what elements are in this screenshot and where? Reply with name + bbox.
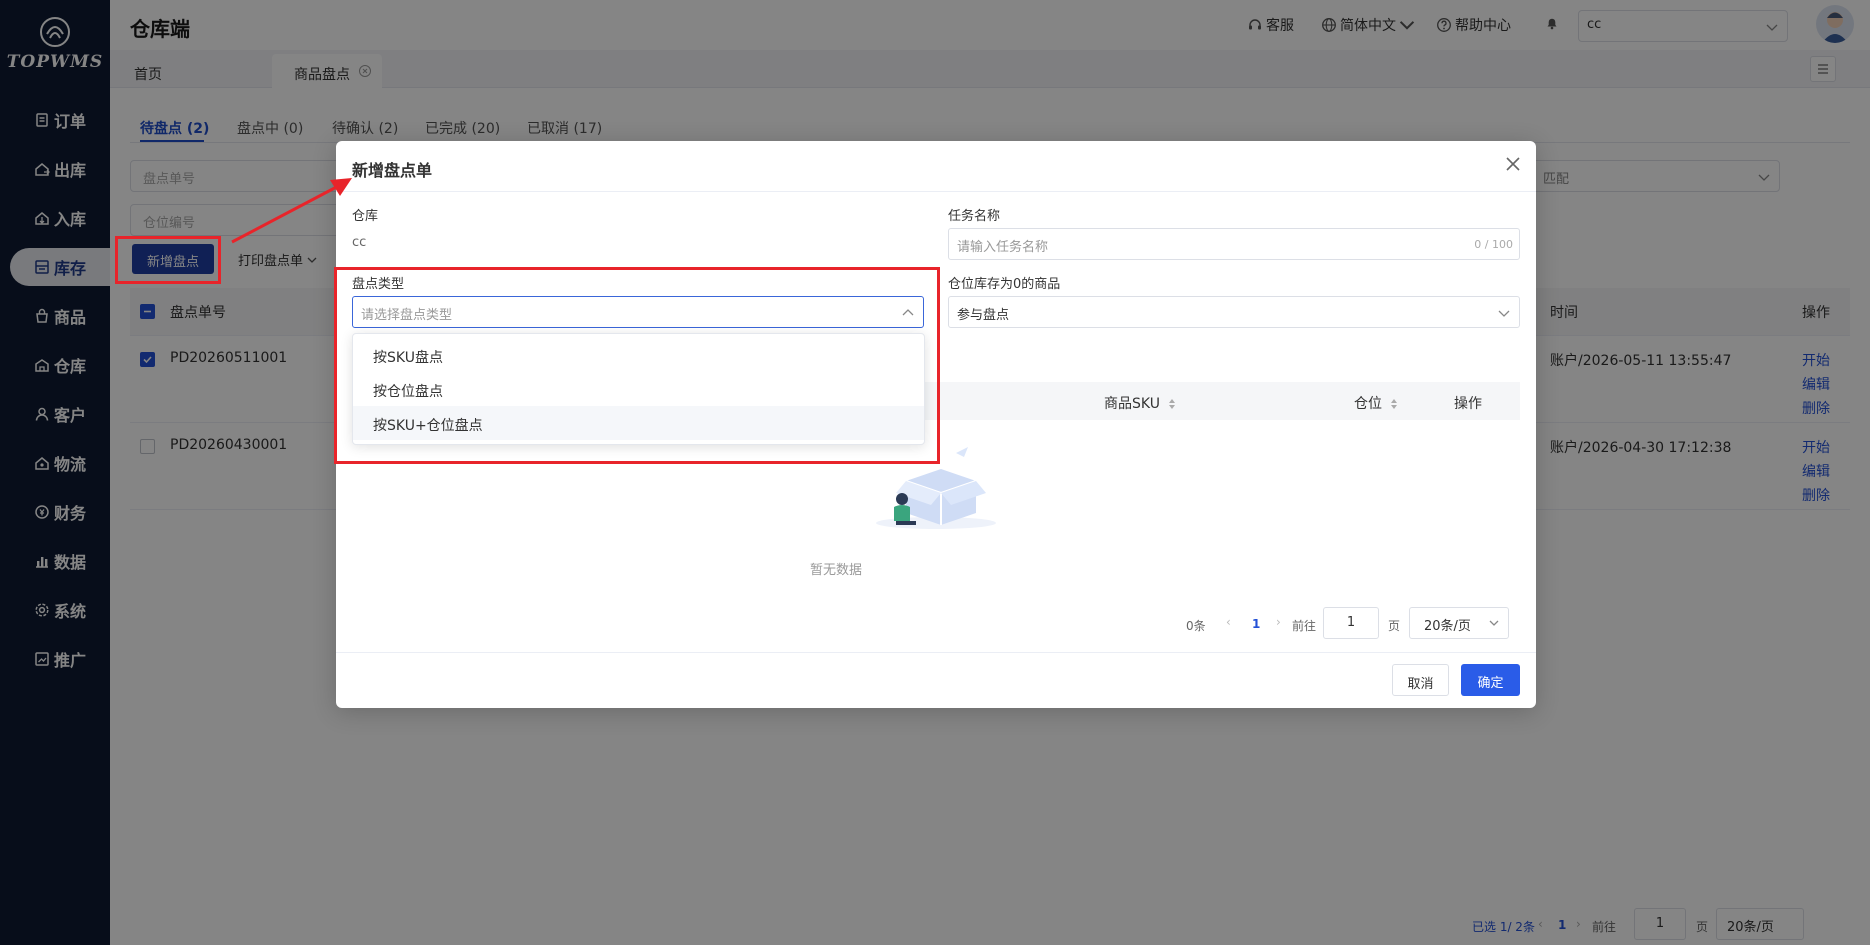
sort-icon bbox=[1168, 398, 1176, 410]
task-name-placeholder: 请输入任务名称 bbox=[957, 240, 1049, 255]
next-page-icon[interactable]: › bbox=[1276, 615, 1281, 629]
col-location-label: 仓位 bbox=[1354, 396, 1382, 412]
col-location[interactable]: 仓位 bbox=[1354, 393, 1398, 413]
dialog-current-page[interactable]: 1 bbox=[1252, 617, 1260, 631]
task-name-input[interactable]: 请输入任务名称 0 / 100 bbox=[948, 228, 1520, 260]
highlight-box-new-button bbox=[115, 236, 221, 284]
dialog-page-size-select[interactable]: 20条/页 bbox=[1409, 607, 1509, 639]
prev-page-icon[interactable]: ‹ bbox=[1226, 615, 1231, 629]
zero-stock-select[interactable]: 参与盘点 bbox=[948, 296, 1520, 328]
chevron-down-icon bbox=[1488, 617, 1500, 629]
dialog-title: 新增盘点单 bbox=[352, 161, 433, 180]
task-name-label: 任务名称 bbox=[948, 209, 1001, 224]
zero-stock-label: 仓位库存为0的商品 bbox=[948, 277, 1061, 292]
cancel-button[interactable]: 取消 bbox=[1392, 664, 1449, 696]
annotation-arrow-icon bbox=[231, 178, 352, 244]
dialog-goto-label: 前往 bbox=[1292, 619, 1317, 633]
close-icon[interactable] bbox=[1504, 155, 1522, 173]
col-ops: 操作 bbox=[1454, 396, 1482, 412]
sort-icon bbox=[1390, 398, 1398, 410]
dialog-divider bbox=[336, 191, 1536, 192]
dialog-page-unit: 页 bbox=[1388, 619, 1401, 633]
dialog-footer-divider bbox=[336, 652, 1536, 653]
char-counter: 0 / 100 bbox=[1474, 238, 1513, 251]
empty-text: 暂无数据 bbox=[809, 563, 862, 578]
col-sku[interactable]: 商品SKU bbox=[1104, 393, 1176, 413]
confirm-button[interactable]: 确定 bbox=[1461, 664, 1520, 696]
dialog-page-size-value: 20条/页 bbox=[1424, 619, 1471, 634]
chevron-down-icon bbox=[1497, 306, 1511, 320]
dialog-page-input[interactable]: 1 bbox=[1323, 607, 1379, 639]
highlight-box-type-select bbox=[334, 267, 940, 464]
zero-stock-value: 参与盘点 bbox=[957, 308, 1010, 323]
dialog-total: 0条 bbox=[1186, 619, 1206, 633]
col-sku-label: 商品SKU bbox=[1104, 396, 1160, 412]
